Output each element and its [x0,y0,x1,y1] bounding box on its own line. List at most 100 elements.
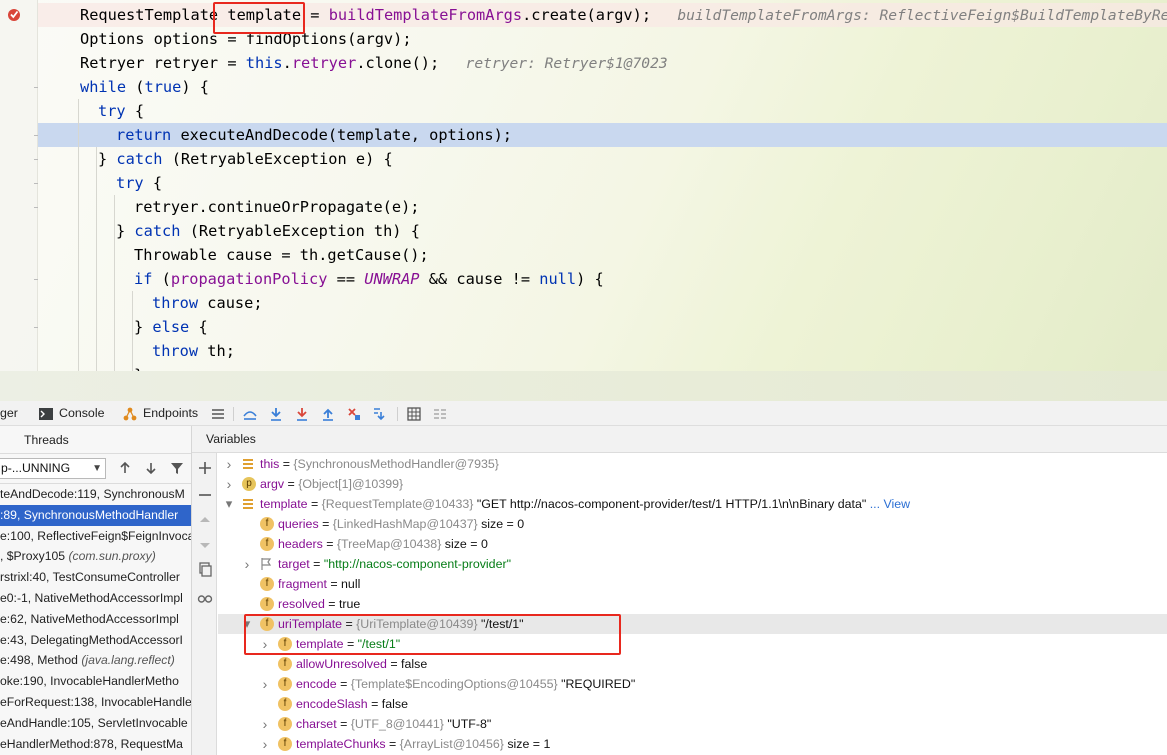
stack-frame[interactable]: :89, SynchronousMethodHandler [0,504,191,526]
code-line[interactable]: } catch (RetryableException e) { [38,147,1167,171]
variable-type: {UTF_8@10441} [350,717,444,731]
run-to-cursor-icon[interactable] [372,406,388,422]
code-line[interactable]: Throwable cause = th.getCause(); [38,243,1167,267]
tab-endpoints[interactable]: Endpoints [122,401,198,426]
code-token: executeAndDecode(template, options); [171,126,513,144]
variable-row[interactable]: f queries = {LinkedHashMap@10437} size = … [218,514,1167,534]
code-line[interactable]: return executeAndDecode(template, option… [38,123,1167,147]
collapse-arrow-icon[interactable]: ▾ [224,494,234,514]
tab-debugger[interactable]: ger [0,401,18,426]
stack-frame-label: e0:-1, NativeMethodAccessorImpl [0,590,183,605]
code-token: ( [152,270,171,288]
filter-icon[interactable] [170,461,184,475]
arrow-up-icon[interactable] [118,461,132,475]
code-line[interactable]: try { [38,99,1167,123]
stack-frame[interactable]: e:498, Method (java.lang.reflect) [0,650,191,671]
variable-row[interactable]: › this = {SynchronousMethodHandler@7935} [218,454,1167,474]
editor-gutter[interactable] [0,0,38,371]
code-line[interactable]: if (propagationPolicy == UNWRAP && cause… [38,267,1167,291]
parameter-icon: p [242,477,256,491]
stack-frame[interactable]: eHandlerMethod:878, RequestMa [0,734,191,755]
step-into-icon[interactable] [294,406,310,422]
step-over-icon[interactable] [268,406,284,422]
variable-row[interactable]: f encodeSlash = false [218,694,1167,714]
panel-divider[interactable] [0,371,1167,401]
variable-text: resolved = true [278,594,360,614]
stack-frame[interactable]: teAndDecode:119, SynchronousM [0,484,191,505]
copy-icon[interactable] [197,562,213,578]
code-token: { [125,102,145,120]
move-up-icon[interactable] [197,512,213,528]
arrow-down-icon[interactable] [144,461,158,475]
final-field-icon [261,558,272,570]
threads-tab[interactable]: Threads [0,426,191,454]
variable-type: {ArrayList@10456} [399,737,504,751]
stack-frame-label: teAndDecode:119, SynchronousM [0,487,185,501]
remove-icon[interactable] [197,487,213,503]
step-out-icon[interactable] [320,406,336,422]
breakpoint-icon[interactable] [6,6,22,22]
stack-frame[interactable]: , $Proxy105 (com.sun.proxy) [0,546,191,567]
variable-row[interactable]: ▾ template = {RequestTemplate@10433} "GET… [218,494,1167,514]
variables-header: Variables [192,426,1167,453]
variable-row[interactable]: › f templateChunks = {ArrayList@10456} siz… [218,734,1167,754]
menu-icon[interactable] [210,406,226,422]
expand-arrow-icon[interactable]: › [260,714,270,734]
variable-row[interactable]: f allowUnresolved = false [218,654,1167,674]
variable-row[interactable]: f resolved = true [218,594,1167,614]
evaluate-expression-icon[interactable] [406,406,422,422]
view-link[interactable]: ... View [866,497,910,511]
variables-title: Variables [206,432,256,446]
variable-row[interactable]: f fragment = null [218,574,1167,594]
stack-frame[interactable]: e:43, DelegatingMethodAccessorI [0,630,191,651]
glasses-icon[interactable] [197,590,213,606]
stack-frame[interactable]: rstrixl:40, TestConsumeController [0,567,191,588]
code-token: { [143,174,163,192]
show-execution-point-icon[interactable] [242,406,258,422]
variable-row[interactable]: › p argv = {Object[1]@10399} [218,474,1167,494]
expand-arrow-icon[interactable]: › [242,554,252,574]
variable-name: template [260,497,308,511]
expand-arrow-icon[interactable]: › [260,734,270,754]
trace-current-stream-icon[interactable] [432,406,448,422]
code-line[interactable]: throw th; [38,339,1167,363]
variable-value: "GET http://nacos-component-provider/tes… [473,497,867,511]
inline-debug-hint: retryer: Retryer$1@7023 [439,55,668,72]
variable-row[interactable]: › f encode = {Template$EncodingOptions@104… [218,674,1167,694]
stack-frame[interactable]: eAndHandle:105, ServletInvocable [0,713,191,734]
code-line[interactable]: Retryer retryer = this.retryer.clone(); … [38,51,1167,75]
code-line[interactable]: } else { [38,315,1167,339]
tab-console[interactable]: Console [38,401,104,426]
variable-row[interactable]: f headers = {TreeMap@10438} size = 0 [218,534,1167,554]
variables-tree[interactable]: › this = {SynchronousMethodHandler@7935} ›… [218,453,1167,755]
add-icon[interactable] [197,460,213,476]
code-token: true [144,78,182,96]
expand-arrow-icon[interactable]: › [224,474,234,494]
variable-type: {TreeMap@10438} [336,537,442,551]
drop-frame-icon[interactable] [346,406,362,422]
stack-frame[interactable]: oke:190, InvocableHandlerMetho [0,671,191,692]
code-line[interactable]: try { [38,171,1167,195]
stack-frame[interactable]: eForRequest:138, InvocableHandle [0,692,191,713]
thread-selector[interactable]: p-...UNNING ▼ [0,458,106,479]
code-line[interactable]: retryer.continueOrPropagate(e); [38,195,1167,219]
code-line[interactable]: Options options = findOptions(argv); [38,27,1167,51]
variable-equals: = [385,737,400,751]
variable-row[interactable]: › f charset = {UTF_8@10441} "UTF-8" [218,714,1167,734]
variable-row[interactable]: › target = "http://nacos-component-provid… [218,554,1167,574]
stack-frame[interactable]: e:62, NativeMethodAccessorImpl [0,609,191,630]
frames-panel: Threads p-...UNNING ▼ teAndDecode:119, S… [0,426,192,755]
code-editor[interactable]: RequestTemplate template = buildTemplate… [0,0,1167,371]
expand-arrow-icon[interactable]: › [260,674,270,694]
code-line[interactable]: } catch (RetryableException th) { [38,219,1167,243]
code-line[interactable]: RequestTemplate template = buildTemplate… [38,3,1167,27]
endpoints-icon [123,407,137,420]
stack-frame[interactable]: e0:-1, NativeMethodAccessorImpl [0,588,191,609]
code-line[interactable]: while (true) { [38,75,1167,99]
expand-arrow-icon[interactable]: › [224,454,234,474]
move-down-icon[interactable] [197,537,213,553]
stack-frame[interactable]: e:100, ReflectiveFeign$FeignInvoca [0,526,191,547]
code-line[interactable]: throw cause; [38,291,1167,315]
variable-name: headers [278,537,323,551]
code-line[interactable]: } [38,363,1167,371]
